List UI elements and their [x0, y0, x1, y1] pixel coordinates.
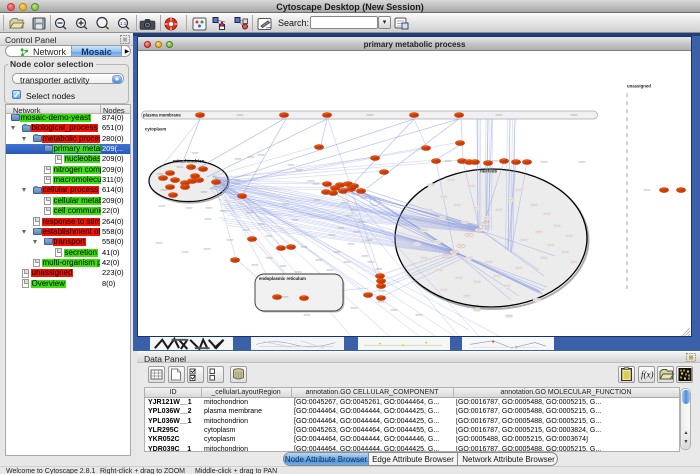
svg-text:unassigned: unassigned: [627, 84, 651, 89]
svg-text:cytoplasm: cytoplasm: [145, 127, 166, 132]
svg-text:mitochondrion: mitochondrion: [173, 159, 205, 164]
svg-text:f(x): f(x): [641, 370, 654, 380]
svg-text:plasma membrane: plasma membrane: [143, 113, 181, 118]
svg-text:1:1: 1:1: [120, 21, 127, 26]
svg-text:nucleus: nucleus: [480, 169, 498, 174]
svg-text:endoplasmic reticulum: endoplasmic reticulum: [259, 276, 306, 281]
